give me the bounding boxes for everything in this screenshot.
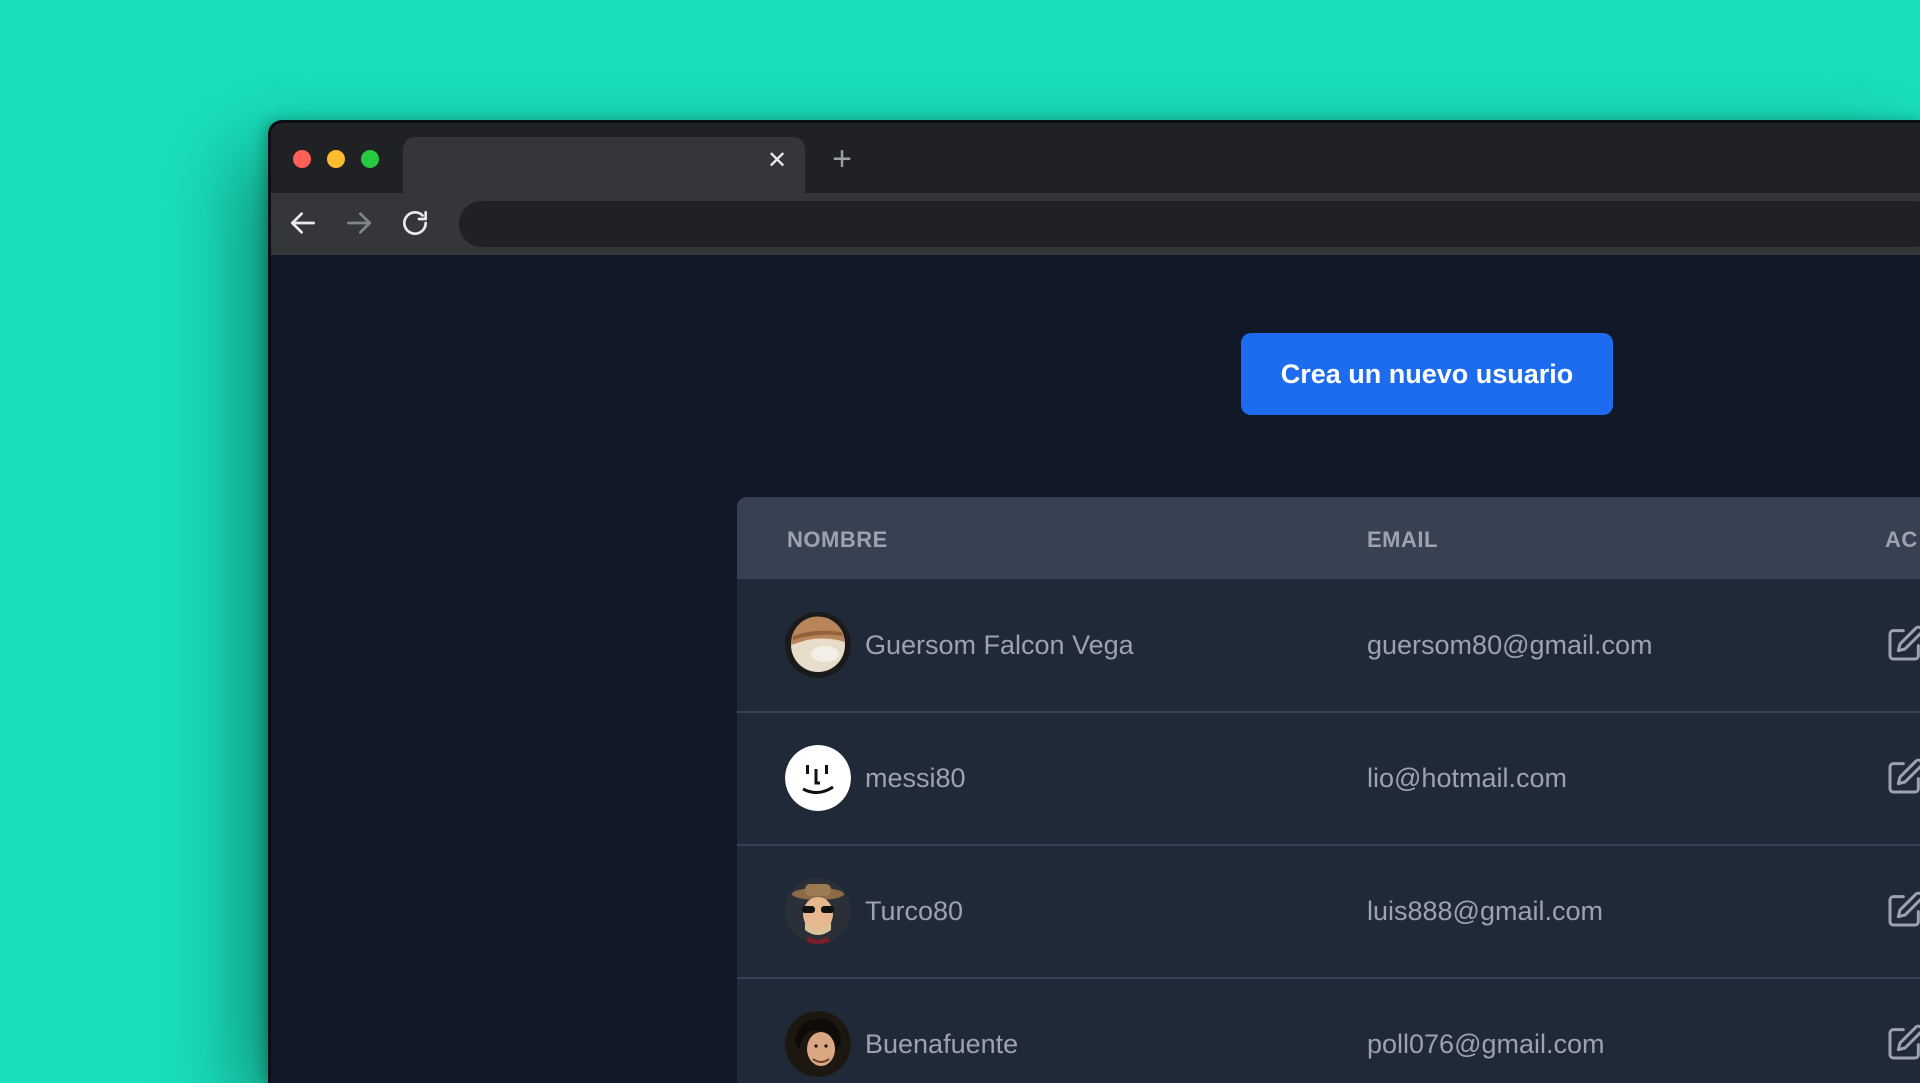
avatar bbox=[785, 612, 851, 678]
edit-icon[interactable] bbox=[1885, 757, 1920, 797]
table-row: Guersom Falcon Vega guersom80@gmail.com bbox=[737, 579, 1920, 713]
create-user-button[interactable]: Crea un nuevo usuario bbox=[1241, 333, 1613, 415]
edit-icon[interactable] bbox=[1885, 624, 1920, 664]
maximize-window-button[interactable] bbox=[361, 150, 379, 168]
arrow-right-icon[interactable] bbox=[343, 207, 375, 239]
avatar bbox=[785, 1011, 851, 1077]
edit-icon[interactable] bbox=[1885, 1023, 1920, 1063]
avatar bbox=[785, 878, 851, 944]
user-email: guersom80@gmail.com bbox=[1367, 630, 1653, 660]
browser-toolbar bbox=[271, 193, 1920, 255]
tab-bar: ✕ + bbox=[271, 123, 1920, 193]
table-row: Buenafuente poll076@gmail.com bbox=[737, 978, 1920, 1083]
avatar bbox=[785, 745, 851, 811]
user-name: Turco80 bbox=[865, 896, 964, 926]
column-header-name: NOMBRE bbox=[787, 527, 888, 552]
column-header-actions: AC bbox=[1885, 527, 1918, 552]
table-header: NOMBRE EMAIL AC bbox=[737, 497, 1920, 579]
browser-tab[interactable]: ✕ bbox=[403, 137, 805, 193]
table-row: messi80 lio@hotmail.com bbox=[737, 712, 1920, 846]
edit-icon[interactable] bbox=[1885, 890, 1920, 930]
user-email: luis888@gmail.com bbox=[1367, 896, 1603, 926]
users-table: NOMBRE EMAIL AC Guersom Falcon Vega guer… bbox=[737, 497, 1920, 1083]
close-window-button[interactable] bbox=[293, 150, 311, 168]
user-name: Buenafuente bbox=[865, 1029, 1019, 1059]
user-name: messi80 bbox=[865, 763, 966, 793]
page-content: Crea un nuevo usuario NOMBRE EMAIL AC Gu… bbox=[271, 255, 1920, 1083]
reload-icon[interactable] bbox=[399, 207, 431, 239]
address-bar[interactable] bbox=[459, 201, 1920, 247]
close-icon[interactable]: ✕ bbox=[765, 149, 789, 173]
table-row: Turco80 luis888@gmail.com bbox=[737, 845, 1920, 979]
minimize-window-button[interactable] bbox=[327, 150, 345, 168]
plus-icon[interactable]: + bbox=[827, 142, 857, 176]
user-name: Guersom Falcon Vega bbox=[865, 630, 1134, 660]
arrow-left-icon[interactable] bbox=[287, 207, 319, 239]
column-header-email: EMAIL bbox=[1367, 527, 1438, 552]
user-email: lio@hotmail.com bbox=[1367, 763, 1567, 793]
browser-window: ✕ + Crea un nuevo usuario NOMBRE EMAIL A… bbox=[268, 120, 1920, 1083]
user-email: poll076@gmail.com bbox=[1367, 1029, 1605, 1059]
